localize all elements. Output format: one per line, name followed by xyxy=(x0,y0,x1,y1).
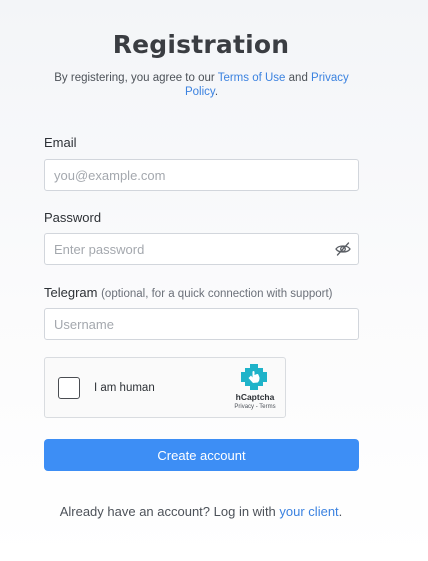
telegram-hint: (optional, for a quick connection with s… xyxy=(101,288,333,300)
captcha-terms-link[interactable]: Terms xyxy=(259,404,275,410)
page-title: Registration xyxy=(112,30,290,59)
terms-note: By registering, you agree to our Terms o… xyxy=(44,71,359,99)
password-label: Password xyxy=(44,210,102,225)
terms-note-prefix: By registering, you agree to our xyxy=(54,72,218,84)
captcha-brand: hCaptcha xyxy=(235,392,275,402)
terms-note-suffix: . xyxy=(214,86,219,98)
terms-of-use-link[interactable]: Terms of Use xyxy=(218,72,286,84)
telegram-label-text: Telegram xyxy=(44,285,98,300)
terms-note-middle: and xyxy=(285,72,312,84)
email-label: Email xyxy=(44,135,77,150)
captcha-checkbox[interactable] xyxy=(58,377,80,399)
captcha-label: I am human xyxy=(94,382,155,394)
captcha-widget: I am human hCaptcha Privacy - Terms xyxy=(44,357,286,418)
login-note-suffix: . xyxy=(338,504,343,519)
create-account-button[interactable]: Create account xyxy=(44,439,359,471)
captcha-links: Privacy - Terms xyxy=(225,404,285,410)
login-note: Already have an account? Log in with you… xyxy=(0,504,402,519)
captcha-privacy-link[interactable]: Privacy xyxy=(234,404,254,410)
eye-slash-icon[interactable] xyxy=(334,241,352,257)
telegram-username-field[interactable] xyxy=(44,308,359,340)
telegram-label: Telegram (optional, for a quick connecti… xyxy=(44,285,333,300)
email-field[interactable] xyxy=(44,159,359,191)
login-note-prefix: Already have an account? Log in with xyxy=(59,504,280,519)
password-field[interactable] xyxy=(44,233,359,265)
your-client-link[interactable]: your client xyxy=(279,504,338,519)
hcaptcha-logo-icon xyxy=(241,364,267,390)
